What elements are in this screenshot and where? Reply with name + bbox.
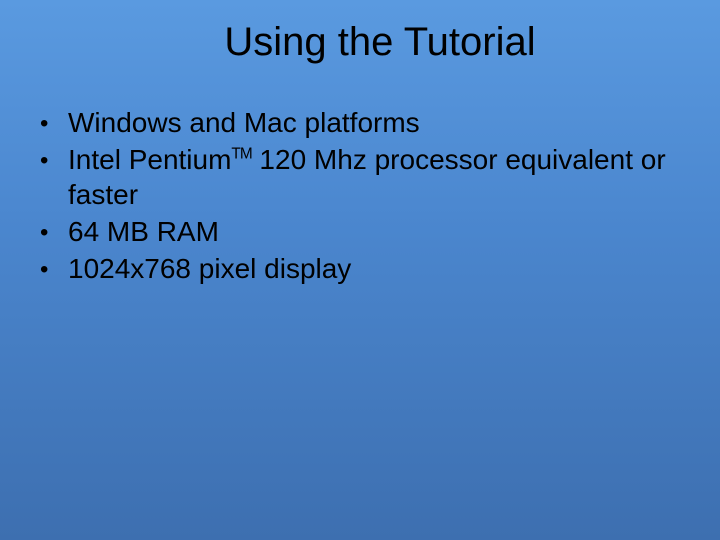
bullet-text: 1024x768 pixel display [68, 253, 351, 284]
list-item: Windows and Mac platforms [40, 105, 695, 140]
bullet-text: Windows and Mac platforms [68, 107, 420, 138]
trademark-symbol: TM [231, 146, 251, 163]
bullet-text: 64 MB RAM [68, 216, 219, 247]
slide-title: Using the Tutorial [25, 20, 695, 65]
bullet-prefix: Intel Pentium [68, 144, 231, 175]
list-item: 1024x768 pixel display [40, 251, 695, 286]
list-item: 64 MB RAM [40, 214, 695, 249]
bullet-list: Windows and Mac platforms Intel PentiumT… [25, 105, 695, 286]
list-item: Intel PentiumTM 120 Mhz processor equiva… [40, 142, 695, 212]
slide: Using the Tutorial Windows and Mac platf… [0, 0, 720, 540]
